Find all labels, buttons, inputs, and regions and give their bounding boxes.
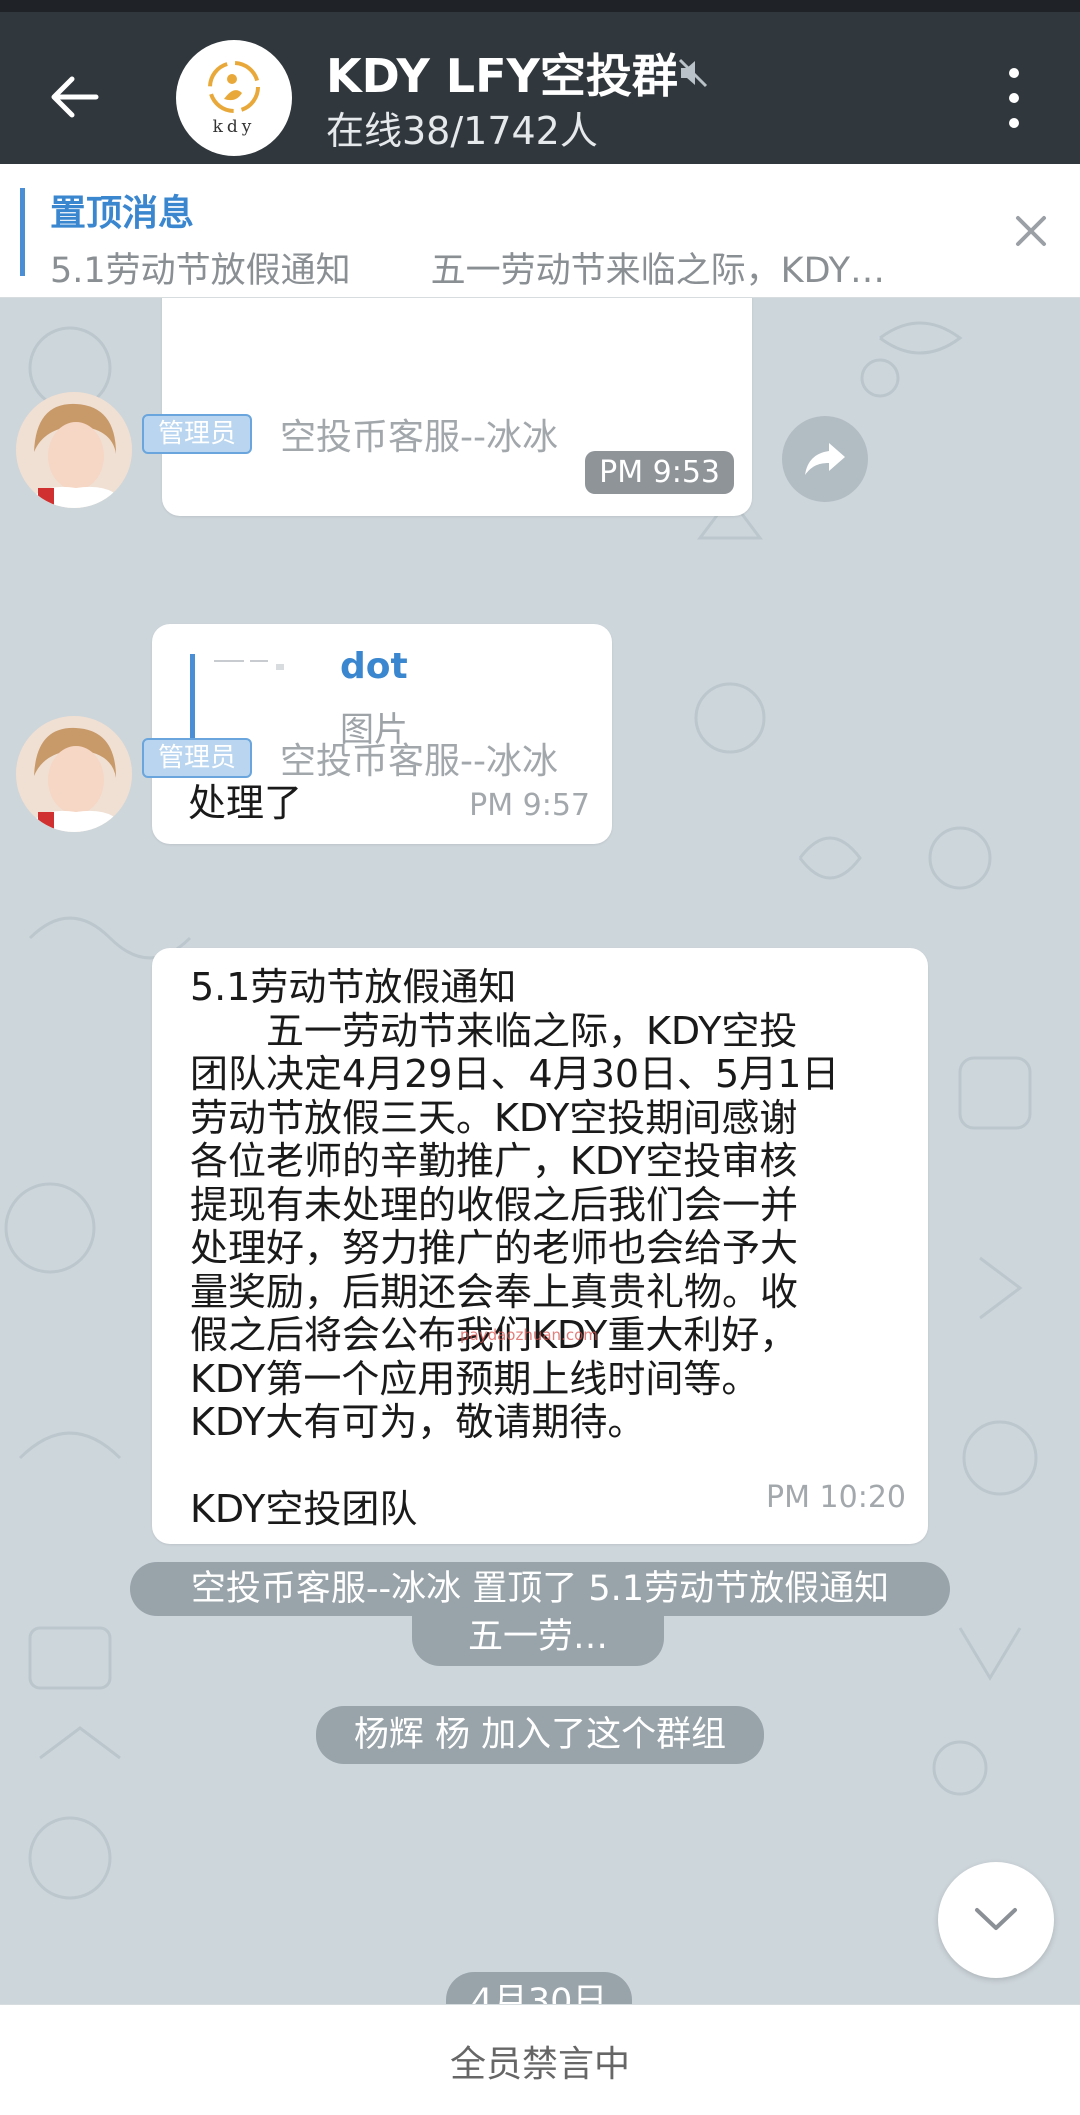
share-icon[interactable] [782, 416, 868, 502]
pinned-message-bar[interactable]: 置顶消息 5.1劳动节放假通知 五一劳动节来临之际，KDY… [0, 164, 1080, 298]
service-message-pinned: 空投币客服--冰冰 置顶了 5.1劳动节放假通知 [130, 1562, 950, 1616]
chat-title[interactable]: KDY LFY空投群 [326, 40, 678, 106]
reply-author: dot [340, 646, 408, 687]
status-strip [0, 0, 1080, 12]
avatar[interactable] [16, 716, 132, 832]
online-count: 在线38/1742人 [326, 109, 598, 153]
avatar-image [16, 392, 132, 508]
menu-dot [1009, 68, 1019, 78]
chevron-down-icon [975, 1908, 1017, 1930]
sender-name[interactable]: 空投币客服--冰冰 [280, 732, 558, 784]
message-text: 5.1劳动节放假通知 五一劳动节来临之际，KDY空投 团队决定4月29日、4月3… [190, 965, 840, 1531]
reply-thumbnail[interactable] [210, 654, 310, 744]
back-button[interactable] [40, 62, 110, 132]
pinned-preview-body: 五一劳动节来临之际，KDY… [430, 251, 886, 291]
image-message[interactable]: PM 9:53 [162, 298, 752, 516]
logo-text: kdy [212, 117, 256, 137]
share-arrow-icon [805, 443, 845, 475]
watermark: paydaozhuan.com [460, 1326, 598, 1344]
avatar[interactable] [16, 392, 132, 508]
more-vertical-icon[interactable] [996, 68, 1032, 128]
pinned-preview: 5.1劳动节放假通知 五一劳动节来临之际，KDY… [50, 242, 950, 293]
menu-dot [1009, 118, 1019, 128]
muted-speaker-icon [678, 58, 708, 88]
kdy-logo-icon [208, 61, 260, 113]
pinned-accent-bar [20, 188, 25, 276]
sender-name[interactable]: 空投币客服--冰冰 [280, 408, 558, 460]
scroll-down-button[interactable] [938, 1862, 1054, 1978]
pinned-title: 置顶消息 [50, 193, 195, 234]
chat-header: kdy KDY LFY空投群 在线38/1742人 [0, 12, 1080, 164]
message-time: PM 9:53 [585, 451, 734, 494]
admin-badge: 管理员 [142, 738, 253, 778]
admin-badge: 管理员 [142, 414, 253, 454]
arrow-left-icon [51, 76, 99, 118]
announcement-message[interactable]: 5.1劳动节放假通知 五一劳动节来临之际，KDY空投 团队决定4月29日、4月3… [152, 948, 928, 1544]
avatar-image [16, 716, 132, 832]
message-time: PM 9:57 [469, 788, 590, 823]
message-time: PM 10:20 [766, 1480, 906, 1515]
close-icon[interactable] [1008, 208, 1054, 254]
pinned-preview-title: 5.1劳动节放假通知 [50, 251, 351, 291]
muted-footer: 全员禁言中 [0, 2004, 1080, 2115]
chat-area[interactable]: PM 9:53 管理员 空投币客服--冰冰 dot 图片 处理了 PM 9:57 [0, 298, 1080, 2004]
service-message-joined: 杨辉 杨 加入了这个群组 [316, 1706, 764, 1764]
service-message-pinned-cont: 五一劳… [412, 1612, 664, 1666]
group-avatar[interactable]: kdy [176, 40, 292, 156]
menu-dot [1009, 93, 1019, 103]
all-muted-text: 全员禁言中 [449, 2044, 630, 2085]
date-separator: 4月30日 [446, 1972, 632, 2004]
